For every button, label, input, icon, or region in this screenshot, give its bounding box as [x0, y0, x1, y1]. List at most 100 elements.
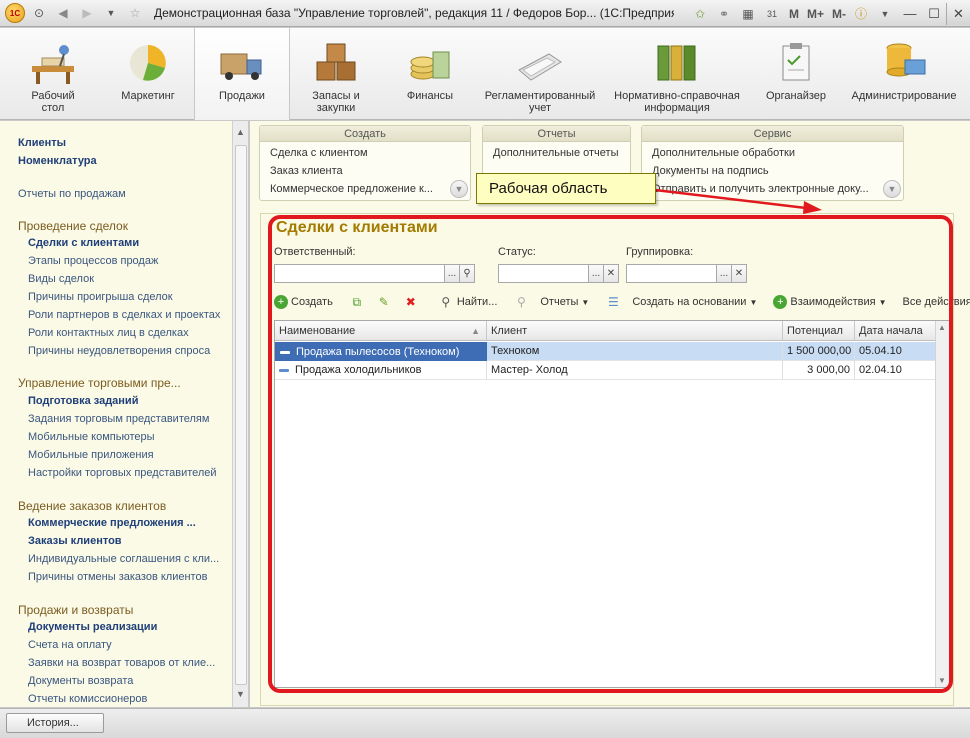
- create-button[interactable]: + Создать: [274, 295, 333, 309]
- section-sales[interactable]: Продажи: [194, 28, 290, 120]
- nav-mobile-apps[interactable]: Мобильные приложения: [28, 449, 154, 461]
- documents-to-sign-link[interactable]: Документы на подпись: [652, 165, 769, 177]
- scrollbar-thumb[interactable]: [235, 145, 247, 685]
- section-marketing[interactable]: Маркетинг: [112, 28, 184, 120]
- status-input[interactable]: [498, 264, 589, 283]
- link-icon[interactable]: ⚭: [713, 4, 735, 24]
- create-order-link[interactable]: Заказ клиента: [270, 165, 343, 177]
- create-deal-link[interactable]: Сделка с клиентом: [270, 147, 368, 159]
- nav-rep-settings[interactable]: Настройки торговых представителей: [28, 467, 217, 479]
- table-row[interactable]: Продажа холодильников Мастер- Холод 3 00…: [275, 361, 937, 380]
- main-menu-icon[interactable]: ⊙: [28, 3, 50, 23]
- close-button[interactable]: ✕: [946, 2, 970, 25]
- row-potential[interactable]: 1 500 000,00: [783, 342, 855, 361]
- table-scrollbar[interactable]: ▲ ▼: [935, 321, 949, 687]
- calculator-icon[interactable]: ▦: [737, 4, 759, 24]
- section-reference-info[interactable]: Нормативно-справочная информация: [610, 28, 744, 120]
- forward-icon[interactable]: ▶: [76, 3, 98, 23]
- scroll-down-icon[interactable]: ▼: [236, 689, 245, 699]
- status-clear-icon[interactable]: ✕: [603, 264, 619, 283]
- responsible-search-icon[interactable]: ⚲: [459, 264, 475, 283]
- responsible-select-button[interactable]: ...: [444, 264, 460, 283]
- grouping-select-button[interactable]: ...: [716, 264, 732, 283]
- section-administration[interactable]: Администрирование: [846, 28, 962, 120]
- row-client[interactable]: Мастер- Холод: [487, 361, 783, 380]
- list-settings-button[interactable]: ☰: [605, 294, 624, 310]
- nav-sales-reports[interactable]: Отчеты по продажам: [18, 188, 126, 200]
- all-actions-button[interactable]: Все действия: [903, 296, 970, 308]
- nav-task-preparation[interactable]: Подготовка заданий: [28, 395, 138, 407]
- delete-button[interactable]: ✖: [403, 294, 422, 310]
- expand-create-icon[interactable]: ▼: [450, 180, 468, 198]
- nav-deal-types[interactable]: Виды сделок: [28, 273, 94, 285]
- grouping-input[interactable]: [626, 264, 717, 283]
- nav-return-documents[interactable]: Документы возврата: [28, 675, 133, 687]
- scroll-down-icon[interactable]: ▼: [938, 676, 946, 685]
- history-dropdown-icon[interactable]: ▼: [100, 3, 122, 23]
- scroll-up-icon[interactable]: ▲: [236, 127, 245, 137]
- nav-invoices[interactable]: Счета на оплату: [28, 639, 112, 651]
- nav-client-orders[interactable]: Заказы клиентов: [28, 535, 122, 547]
- row-start-date[interactable]: 05.04.10: [855, 342, 937, 361]
- nav-commissioner-reports[interactable]: Отчеты комиссионеров: [28, 693, 147, 705]
- additional-reports-link[interactable]: Дополнительные отчеты: [493, 147, 618, 159]
- nav-commercial-offers[interactable]: Коммерческие предложения ...: [28, 517, 196, 529]
- create-offer-link[interactable]: Коммерческое предложение к...: [270, 183, 433, 195]
- mem-plus-button[interactable]: M+: [807, 7, 824, 21]
- nav-sales-process-stages[interactable]: Этапы процессов продаж: [28, 255, 158, 267]
- nav-mobile-computers[interactable]: Мобильные компьютеры: [28, 431, 155, 443]
- column-header-client[interactable]: Клиент: [487, 321, 783, 341]
- nav-partner-roles[interactable]: Роли партнеров в сделках и проектах: [28, 309, 220, 321]
- section-organizer[interactable]: Органайзер: [758, 28, 834, 120]
- mem-button[interactable]: M: [789, 7, 799, 21]
- section-finance[interactable]: Финансы: [396, 28, 464, 120]
- nav-return-requests[interactable]: Заявки на возврат товаров от клие...: [28, 657, 215, 669]
- column-header-start-date[interactable]: Дата начала: [855, 321, 937, 341]
- create-based-on-button[interactable]: Создать на основании ▼: [632, 296, 757, 308]
- nav-individual-agreements[interactable]: Индивидуальные соглашения с кли...: [28, 553, 219, 565]
- grouping-clear-icon[interactable]: ✕: [731, 264, 747, 283]
- responsible-input[interactable]: [274, 264, 445, 283]
- expand-service-icon[interactable]: ▼: [883, 180, 901, 198]
- mem-minus-button[interactable]: M-: [832, 7, 846, 21]
- row-start-date[interactable]: 02.04.10: [855, 361, 937, 380]
- scroll-up-icon[interactable]: ▲: [938, 323, 946, 332]
- maximize-button[interactable]: ☐: [922, 3, 946, 25]
- calendar-icon[interactable]: 31: [761, 4, 783, 24]
- column-header-name[interactable]: Наименование ▲: [275, 321, 487, 341]
- row-client[interactable]: Техноком: [487, 342, 783, 361]
- reports-button[interactable]: Отчеты ▼: [540, 296, 589, 308]
- info-dropdown-icon[interactable]: ▼: [874, 4, 896, 24]
- section-desktop[interactable]: Рабочий стол: [20, 28, 86, 120]
- nav-sales-documents[interactable]: Документы реализации: [28, 621, 157, 633]
- column-header-potential[interactable]: Потенциал: [783, 321, 855, 341]
- app-logo[interactable]: 1С: [4, 3, 26, 23]
- history-button[interactable]: История...: [6, 713, 104, 733]
- nav-deals-with-clients[interactable]: Сделки с клиентами: [28, 237, 139, 249]
- nav-order-cancel-reasons[interactable]: Причины отмены заказов клиентов: [28, 571, 207, 583]
- nav-demand-reasons[interactable]: Причины неудовлетворения спроса: [28, 345, 210, 357]
- section-inventory[interactable]: Запасы и закупки: [300, 28, 372, 120]
- table-row[interactable]: Продажа пылесосов (Техноком) Техноком 1 …: [275, 342, 937, 361]
- cancel-search-button[interactable]: ⚲: [513, 294, 532, 310]
- back-icon[interactable]: ◀: [52, 3, 74, 23]
- section-regulated-accounting[interactable]: Регламентированный учет: [478, 28, 602, 120]
- add-to-favorites-icon[interactable]: ✩: [689, 4, 711, 24]
- find-button[interactable]: ⚲ Найти...: [438, 294, 497, 310]
- nav-deal-loss-reasons[interactable]: Причины проигрыша сделок: [28, 291, 173, 303]
- additional-processing-link[interactable]: Дополнительные обработки: [652, 147, 795, 159]
- send-receive-edocs-link[interactable]: Отправить и получить электронные доку...: [652, 183, 869, 195]
- interactions-button[interactable]: + Взаимодействия ▼: [773, 295, 887, 309]
- info-icon[interactable]: ⓘ: [850, 4, 872, 24]
- navigation-scrollbar[interactable]: ▲ ▼: [232, 121, 248, 707]
- row-name-cell[interactable]: Продажа пылесосов (Техноком): [275, 342, 487, 361]
- favorites-star-icon[interactable]: ☆: [124, 3, 146, 23]
- row-potential[interactable]: 3 000,00: [783, 361, 855, 380]
- row-name-cell[interactable]: Продажа холодильников: [275, 361, 487, 380]
- nav-contact-roles[interactable]: Роли контактных лиц в сделках: [28, 327, 189, 339]
- status-select-button[interactable]: ...: [588, 264, 604, 283]
- copy-button[interactable]: ⧉: [349, 294, 368, 310]
- nav-rep-tasks[interactable]: Задания торговым представителям: [28, 413, 209, 425]
- minimize-button[interactable]: —: [898, 3, 922, 25]
- nav-nomenclature[interactable]: Номенклатура: [18, 155, 97, 167]
